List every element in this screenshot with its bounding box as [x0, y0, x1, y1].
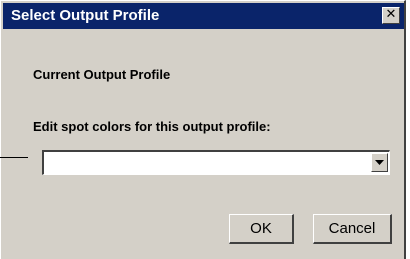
title-bar: Select Output Profile ✕ — [3, 3, 404, 29]
select-output-profile-dialog: Select Output Profile ✕ Current Output P… — [0, 0, 406, 259]
dialog-title: Select Output Profile — [11, 7, 160, 24]
current-output-profile-label: Current Output Profile — [33, 67, 171, 82]
ok-button[interactable]: OK — [229, 214, 294, 244]
output-profile-select[interactable] — [42, 150, 390, 175]
close-icon: ✕ — [385, 7, 397, 22]
dropdown-arrow-button[interactable] — [371, 153, 388, 172]
callout-leader-line — [0, 157, 28, 158]
chevron-down-icon — [375, 160, 384, 165]
close-button[interactable]: ✕ — [382, 7, 400, 24]
cancel-button[interactable]: Cancel — [313, 214, 392, 244]
edit-spot-colors-label: Edit spot colors for this output profile… — [33, 119, 271, 134]
